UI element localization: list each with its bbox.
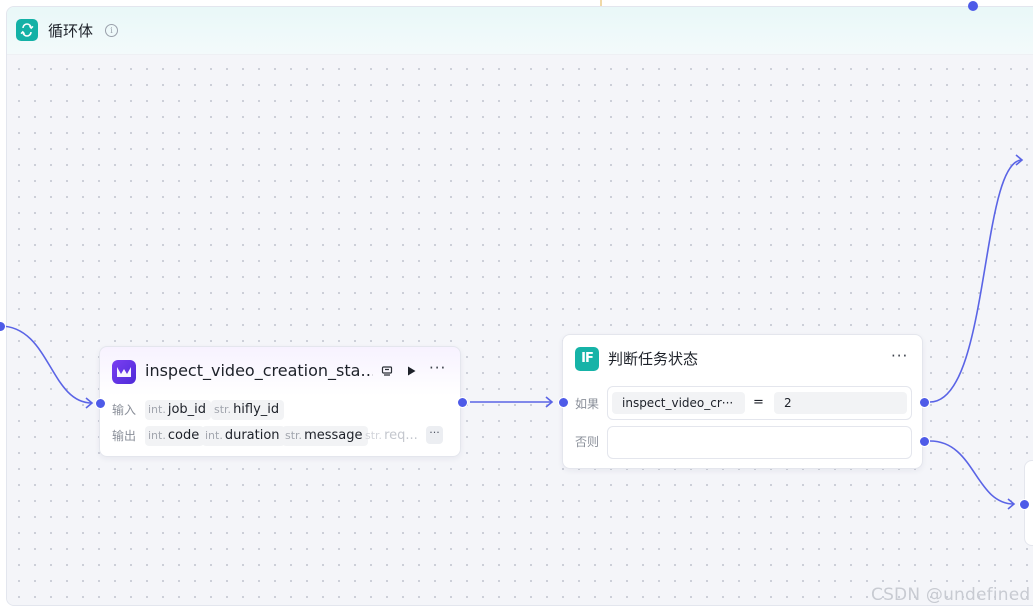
- output-param: int. code: [145, 426, 205, 446]
- more-icon[interactable]: ···: [891, 347, 908, 365]
- loop-icon: [16, 19, 38, 41]
- output-param: int. duration: [202, 426, 285, 446]
- info-icon[interactable]: i: [105, 24, 118, 37]
- workflow-canvas-page: 循环体 i inspect_video_creation_sta… ··· 输入…: [0, 0, 1033, 615]
- output-label: 输出: [112, 429, 137, 443]
- condition-icon: IF: [575, 347, 599, 371]
- input-param: str. hifly_id: [211, 400, 285, 420]
- param-name: message: [304, 428, 363, 443]
- param-type: int.: [148, 429, 166, 442]
- param-type: str.: [365, 429, 383, 442]
- else-branch-row[interactable]: [607, 426, 912, 459]
- condition-operator[interactable]: =: [753, 392, 764, 414]
- output-port-loop-top[interactable]: [968, 1, 978, 11]
- param-name: hifly_id: [233, 402, 280, 417]
- input-param: int. job_id: [145, 400, 212, 420]
- loop-container[interactable]: 循环体 i: [6, 6, 1033, 606]
- more-icon[interactable]: ···: [429, 359, 446, 377]
- input-port-condition[interactable]: [558, 397, 569, 408]
- plugin-node-title: inspect_video_creation_sta…: [145, 361, 373, 380]
- condition-left-operand[interactable]: inspect_video_cr···: [612, 392, 745, 414]
- param-type: str.: [214, 403, 232, 416]
- condition-right-operand[interactable]: 2: [774, 392, 907, 414]
- output-param: str. req...: [362, 426, 423, 446]
- loop-canvas[interactable]: [7, 55, 1033, 605]
- output-port-if[interactable]: [919, 397, 930, 408]
- debug-icon[interactable]: [378, 362, 396, 380]
- param-name: job_id: [167, 402, 207, 417]
- output-port-plugin[interactable]: [457, 397, 468, 408]
- play-icon[interactable]: [402, 362, 420, 380]
- watermark: CSDN @undefined: [871, 585, 1031, 605]
- param-name: code: [167, 428, 200, 443]
- param-type: int.: [148, 403, 166, 416]
- input-label: 输入: [112, 403, 137, 417]
- loop-header[interactable]: 循环体 i: [7, 7, 1033, 55]
- output-param: str. message: [282, 426, 368, 446]
- more-params-button[interactable]: ···: [426, 426, 443, 444]
- param-type: str.: [285, 429, 303, 442]
- param-type: int.: [205, 429, 223, 442]
- condition-node-title: 判断任务状态: [608, 350, 699, 368]
- if-condition-row[interactable]: inspect_video_cr··· = 2: [607, 386, 912, 420]
- else-label: 否则: [575, 435, 600, 449]
- if-label: 如果: [575, 397, 600, 411]
- output-port-else[interactable]: [919, 436, 930, 447]
- condition-node[interactable]: IF 判断任务状态 ··· 如果 inspect_video_cr··· = 2…: [562, 334, 923, 469]
- param-name: duration: [224, 428, 280, 443]
- loop-title: 循环体: [48, 22, 94, 40]
- plugin-logo-icon: [112, 360, 136, 384]
- input-port-next[interactable]: [1019, 499, 1030, 510]
- input-port-plugin[interactable]: [95, 398, 106, 409]
- plugin-node[interactable]: inspect_video_creation_sta… ··· 输入 int. j…: [99, 346, 461, 457]
- param-name: req...: [384, 428, 418, 443]
